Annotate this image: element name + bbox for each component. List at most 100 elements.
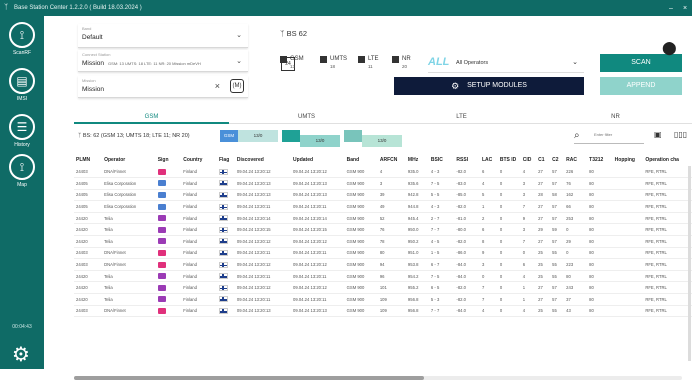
table-cell: Telia xyxy=(102,235,156,248)
column-header[interactable]: PLMN xyxy=(74,153,102,166)
operator-sign: telia xyxy=(155,281,182,295)
horizontal-scrollbar[interactable] xyxy=(74,376,682,380)
table-cell: 09.04.24 13:20:13 xyxy=(291,177,345,190)
column-header[interactable]: LAC xyxy=(480,153,498,166)
column-header[interactable]: ARFCN xyxy=(378,153,406,166)
search-input[interactable] xyxy=(594,129,644,139)
column-header[interactable]: BSIC xyxy=(429,153,455,166)
table-row[interactable]: 24403DNA/Finnetdna Finland 09.04.24 13:20:… xyxy=(74,305,692,318)
column-header[interactable]: BTS ID xyxy=(498,153,521,166)
minimize-button[interactable]: – xyxy=(664,5,678,12)
columns-icon[interactable]: ▯▯▯ xyxy=(674,130,687,139)
flag-icon xyxy=(218,238,228,245)
table-row[interactable]: 24420TeliateliaFinland09.04.24 13:20:110… xyxy=(74,293,692,306)
column-header[interactable]: Country xyxy=(181,153,217,166)
export-icon[interactable]: ▣ xyxy=(654,130,662,139)
column-header[interactable]: Operator xyxy=(102,153,156,166)
table-row[interactable]: 24403DNA/Finnetdna Finland 09.04.24 13:20:… xyxy=(74,258,692,271)
tab-umts[interactable]: UMTS xyxy=(229,110,384,124)
band-select[interactable]: Band Default ⌄ xyxy=(78,24,248,48)
table-cell: 0 xyxy=(520,247,537,260)
column-header[interactable]: RAC xyxy=(564,153,587,166)
table-row[interactable]: 24403DNA/Finnetdna Finland 09.04.24 13:20:… xyxy=(74,247,692,260)
table-cell: 4 - 3 xyxy=(428,200,455,213)
table-cell xyxy=(612,212,644,225)
gsm-filter-pill[interactable]: GSM 13/0 xyxy=(220,130,278,142)
append-button[interactable]: APPEND xyxy=(600,77,682,95)
table-row[interactable]: 24420TeliateliaFinland09.04.24 13:20:120… xyxy=(74,235,692,248)
table-row[interactable]: 24405Elisa Corporationelisa Finland 09.04.… xyxy=(74,200,692,213)
stat-gsm: GSM 13 xyxy=(280,56,304,69)
close-button[interactable]: × xyxy=(678,5,692,12)
column-header[interactable]: Sign xyxy=(156,153,182,166)
table-row[interactable]: 24420TeliateliaFinland09.04.24 13:20:150… xyxy=(74,223,692,237)
table-cell: 24420 xyxy=(74,235,103,248)
settings-icon: ⚙ xyxy=(451,81,460,91)
tab-lte[interactable]: LTE xyxy=(384,110,539,124)
column-header[interactable]: Hopping xyxy=(613,153,644,166)
location-pin-icon[interactable]: ⬤ xyxy=(662,40,677,56)
scan-button[interactable]: SCAN xyxy=(600,54,682,72)
column-header[interactable]: CID xyxy=(521,153,536,166)
column-header[interactable]: MHz xyxy=(406,153,429,166)
antenna-icon: ᛉ xyxy=(78,133,82,139)
table-cell: -82.0 xyxy=(454,166,480,179)
sidebar-item-imsi[interactable]: ▤ IMSI xyxy=(0,68,44,102)
table-cell: Telia xyxy=(102,293,156,306)
mission-select-icon[interactable]: (M) xyxy=(230,79,244,93)
table-row[interactable]: 24420TeliateliaFinland09.04.24 13:20:120… xyxy=(74,281,692,295)
table-cell: Finland xyxy=(181,212,217,225)
filter-pill-2[interactable]: 13/0 xyxy=(282,130,340,147)
sidebar-item-label: History xyxy=(14,142,30,148)
connect-station-select[interactable]: Connect Station Mission GSM: 13 UMTS: 18 … xyxy=(78,50,248,72)
column-header[interactable]: Flag xyxy=(217,153,235,166)
table-cell: 6 - 5 xyxy=(428,281,455,295)
table-row[interactable]: 24420TeliateliaFinland09.04.24 13:20:110… xyxy=(74,270,692,283)
filter-pill-3[interactable]: 13/0 xyxy=(344,130,402,147)
table-row[interactable]: 24405Elisa Corporationelisa Finland 09.04.… xyxy=(74,177,692,190)
table-cell: 4 xyxy=(520,166,537,179)
table-cell: -82.0 xyxy=(454,235,480,248)
flag-icon xyxy=(218,249,228,256)
column-header[interactable]: RSSI xyxy=(454,153,480,166)
table-cell: 24403 xyxy=(74,247,103,260)
sidebar-item-map[interactable]: ⟟ Map xyxy=(0,154,44,188)
sidebar-item-history[interactable]: ☰ History xyxy=(0,114,44,148)
sidebar-item-scanrf[interactable]: ⟟ ScanRF xyxy=(0,22,44,56)
operator-logo-icon: telia xyxy=(157,238,166,245)
tab-gsm[interactable]: GSM xyxy=(74,110,229,124)
scrollbar-thumb[interactable] xyxy=(74,376,424,380)
flag-icon xyxy=(218,296,228,303)
flag-icon xyxy=(218,284,228,291)
setup-modules-label: SETUP MODULES xyxy=(467,82,527,89)
table-cell: 09.04.24 13:20:13 xyxy=(234,305,292,318)
table-row[interactable]: 24420TeliateliaFinland09.04.24 13:20:140… xyxy=(74,212,692,225)
column-header[interactable]: T3212 xyxy=(587,153,613,166)
country-flag xyxy=(216,235,235,248)
table-row[interactable]: 24405Elisa Corporationelisa Finland 09.04.… xyxy=(74,189,692,202)
operator-select[interactable]: ALL All Operators ⌄ xyxy=(428,53,584,73)
filter-search[interactable]: ⌕ xyxy=(574,128,644,144)
table-cell: 6 xyxy=(479,166,498,179)
column-header[interactable]: Discovered xyxy=(235,153,291,166)
tab-nr[interactable]: NR xyxy=(539,110,692,124)
setup-modules-button[interactable]: ⚙ SETUP MODULES xyxy=(394,77,584,95)
table-cell: 5 - 3 xyxy=(428,293,455,306)
table-cell: 09.04.24 13:20:12 xyxy=(234,281,292,295)
column-header[interactable]: C2 xyxy=(550,153,564,166)
column-header[interactable]: Updated xyxy=(291,153,345,166)
gear-icon[interactable]: ⚙ xyxy=(10,344,32,366)
column-header[interactable]: Operation cha xyxy=(643,153,692,166)
table-cell: 27 xyxy=(536,212,551,225)
column-header[interactable]: C1 xyxy=(536,153,550,166)
table-row[interactable]: 24403DNA/Finnetdna Finland 09.04.24 13:20:… xyxy=(74,166,692,179)
table-cell: 226 xyxy=(564,166,588,179)
column-header[interactable]: Band xyxy=(345,153,378,166)
table-cell: 9 xyxy=(479,247,498,260)
vertical-scrollbar[interactable] xyxy=(688,166,691,361)
country-flag xyxy=(216,200,235,213)
table-cell: 944.8 xyxy=(405,200,429,213)
table-cell: 253 xyxy=(564,212,588,225)
clear-icon[interactable]: × xyxy=(215,81,220,91)
mission-field[interactable]: Mission Mission × (M) xyxy=(78,76,248,98)
